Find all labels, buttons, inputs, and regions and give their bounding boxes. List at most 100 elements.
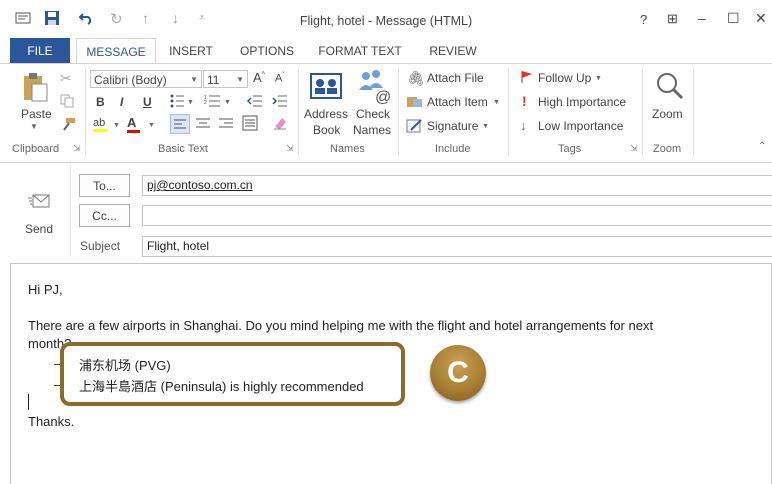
- underline-button[interactable]: U: [143, 95, 152, 109]
- attach-item-icon[interactable]: [406, 95, 424, 112]
- address-book-label-line1[interactable]: Address: [304, 107, 348, 121]
- paste-icon[interactable]: [22, 72, 48, 105]
- tab-insert[interactable]: INSERT: [160, 38, 222, 64]
- numbering-icon[interactable]: 1 2 ▼: [204, 94, 232, 111]
- tags-launcher-icon[interactable]: ⇲: [630, 143, 638, 154]
- group-divider: [85, 68, 86, 156]
- size-dropdown-icon[interactable]: ▼: [236, 71, 244, 89]
- highlight-callout: [60, 342, 405, 406]
- zoom-icon[interactable]: [654, 70, 686, 105]
- include-group-label: Include: [435, 143, 471, 155]
- decrease-indent-icon[interactable]: [246, 94, 263, 111]
- paste-label[interactable]: Paste: [21, 107, 52, 121]
- group-divider: [298, 68, 299, 156]
- clear-formatting-icon[interactable]: [272, 115, 288, 134]
- bullet-item-2: 上海半島酒店 (Peninsula) is highly recommended: [79, 379, 364, 394]
- highlight-color-icon[interactable]: ab: [93, 117, 107, 132]
- basic-text-launcher-icon[interactable]: ⇲: [286, 143, 294, 154]
- cc-button[interactable]: Cc...: [79, 204, 130, 227]
- paperclip-icon[interactable]: 🖇: [407, 70, 425, 87]
- cc-field[interactable]: [142, 205, 772, 226]
- tab-message[interactable]: MESSAGE: [76, 38, 156, 65]
- font-size-value: 11: [207, 73, 220, 87]
- address-book-icon[interactable]: [309, 70, 343, 105]
- send-button[interactable]: Send: [20, 172, 62, 244]
- cut-icon[interactable]: ✂: [60, 70, 72, 87]
- bullet-item-1: 浦东机场 (PVG): [79, 358, 171, 373]
- signature-button[interactable]: Signature: [427, 119, 478, 133]
- bold-button[interactable]: B: [96, 95, 105, 109]
- send-icon: [28, 192, 52, 213]
- subject-label: Subject: [80, 239, 121, 253]
- subject-field[interactable]: Flight, hotel: [142, 236, 772, 257]
- justify-icon[interactable]: [242, 115, 258, 134]
- names-group-label: Names: [330, 143, 365, 155]
- body-greeting: Hi PJ,: [28, 282, 63, 297]
- check-names-label-line2[interactable]: Names: [353, 123, 391, 137]
- paste-dropdown-icon[interactable]: ▼: [30, 122, 38, 131]
- check-names-label-line1[interactable]: Check: [356, 107, 390, 121]
- zoom-button[interactable]: Zoom: [652, 107, 683, 121]
- signature-icon[interactable]: [406, 118, 424, 137]
- align-center-icon[interactable]: [195, 116, 211, 135]
- follow-up-dropdown-icon[interactable]: ▼: [595, 75, 602, 82]
- attach-item-button[interactable]: Attach Item: [427, 95, 488, 109]
- tab-options[interactable]: OPTIONS: [232, 38, 302, 64]
- clipboard-group-label: Clipboard: [12, 143, 60, 155]
- follow-up-button[interactable]: Follow Up: [538, 71, 591, 85]
- address-book-label-line2[interactable]: Book: [313, 123, 340, 137]
- increase-indent-icon[interactable]: [272, 94, 288, 111]
- body-closing: Thanks.: [28, 414, 75, 429]
- font-color-dropdown-icon[interactable]: ▼: [148, 122, 155, 129]
- body-line-1: There are a few airports in Shanghai. Do…: [28, 318, 654, 333]
- format-painter-icon[interactable]: [60, 117, 76, 134]
- font-color-icon[interactable]: A: [127, 115, 140, 133]
- maximize-button[interactable]: ☐: [727, 10, 740, 27]
- help-button[interactable]: ?: [640, 12, 647, 27]
- grow-font-icon[interactable]: A^: [253, 70, 265, 85]
- callout-badge: C: [430, 345, 486, 401]
- font-size-box[interactable]: 11 ▼: [203, 70, 248, 88]
- send-label: Send: [25, 222, 54, 236]
- collapse-ribbon-icon[interactable]: ⌃: [758, 141, 766, 152]
- svg-text:2: 2: [204, 100, 207, 106]
- group-divider: [508, 68, 509, 156]
- copy-icon[interactable]: [60, 94, 74, 111]
- italic-button[interactable]: I: [120, 95, 123, 109]
- tab-format-text[interactable]: FORMAT TEXT: [310, 38, 410, 64]
- font-name-value: Calibri (Body): [94, 73, 167, 87]
- svg-text:@: @: [375, 89, 391, 104]
- high-importance-icon[interactable]: !: [522, 93, 527, 109]
- signature-dropdown-icon[interactable]: ▼: [482, 123, 489, 130]
- tab-review[interactable]: REVIEW: [420, 38, 486, 64]
- group-divider: [693, 68, 694, 156]
- attach-file-button[interactable]: Attach File: [427, 71, 484, 85]
- clipboard-launcher-icon[interactable]: ⇲: [73, 143, 81, 154]
- high-importance-button[interactable]: High Importance: [538, 95, 626, 109]
- tags-group-label: Tags: [558, 143, 582, 155]
- align-left-button[interactable]: [170, 114, 190, 134]
- svg-text:▼: ▼: [187, 99, 194, 106]
- low-importance-button[interactable]: Low Importance: [538, 119, 623, 133]
- text-cursor: [28, 394, 29, 410]
- shrink-font-icon[interactable]: Aˇ: [275, 72, 285, 85]
- align-right-icon[interactable]: [218, 116, 234, 135]
- window-title: Flight, hotel - Message (HTML): [299, 14, 473, 28]
- font-dropdown-icon[interactable]: ▼: [190, 71, 198, 89]
- to-field[interactable]: pj@contoso.com.cn: [142, 175, 772, 196]
- low-importance-icon[interactable]: ↓: [520, 118, 527, 133]
- minimize-button[interactable]: –: [698, 10, 706, 26]
- zoom-group-label: Zoom: [653, 143, 682, 155]
- close-button[interactable]: ✕: [755, 10, 767, 27]
- bullets-icon[interactable]: ▼: [170, 94, 194, 111]
- to-button[interactable]: To...: [79, 174, 130, 197]
- check-names-icon[interactable]: @: [356, 68, 392, 107]
- group-divider: [398, 68, 399, 156]
- ribbon-display-button[interactable]: ⊞: [667, 11, 678, 27]
- tab-file[interactable]: FILE: [10, 38, 70, 64]
- flag-icon[interactable]: [520, 70, 534, 87]
- attach-item-dropdown-icon[interactable]: ▼: [493, 99, 500, 106]
- font-name-box[interactable]: Calibri (Body) ▼: [90, 70, 202, 88]
- highlight-dropdown-icon[interactable]: ▼: [113, 122, 120, 129]
- basic-text-group-label: Basic Text: [158, 143, 208, 155]
